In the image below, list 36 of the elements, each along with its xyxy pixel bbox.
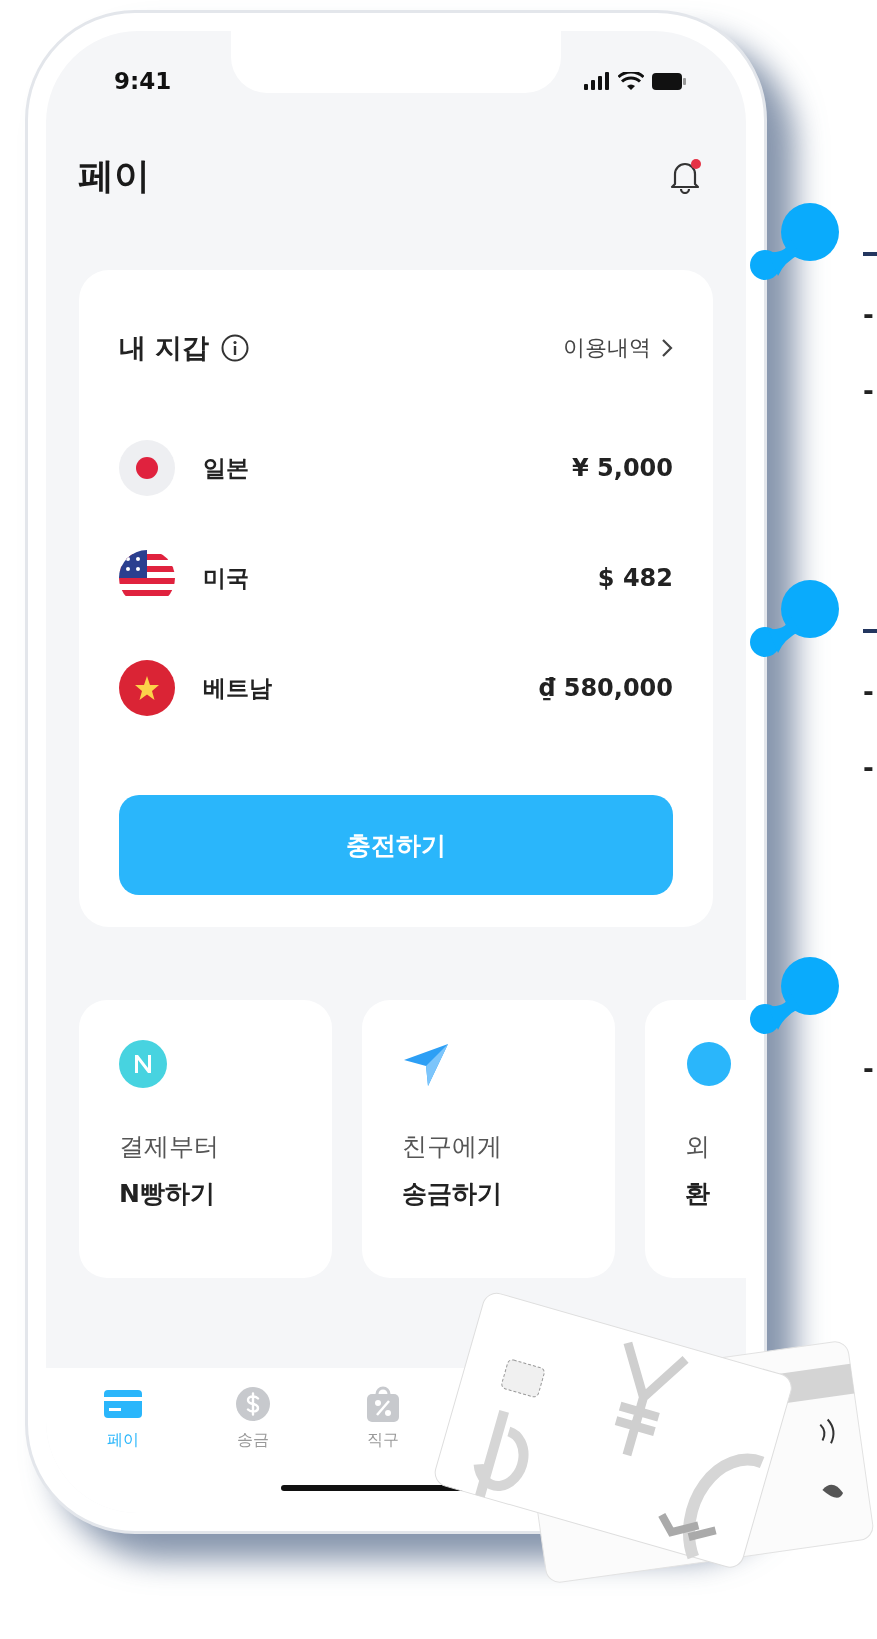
feature-subtitle: 외	[685, 1131, 711, 1163]
circle-icon	[685, 1040, 733, 1088]
bell-icon[interactable]	[668, 158, 702, 194]
bullet-dash: -	[863, 1053, 874, 1086]
feature-subtitle: 친구에게	[402, 1131, 503, 1163]
signal-icon	[584, 72, 610, 90]
shopping-bag-icon	[364, 1386, 402, 1422]
wifi-icon	[618, 71, 644, 91]
page-title: 페이	[78, 153, 150, 198]
country-name: 미국	[203, 563, 250, 593]
flag-icon	[119, 660, 175, 716]
feature-title: N빵하기	[119, 1178, 216, 1210]
feature-card[interactable]: 결제부터 N빵하기	[79, 1000, 332, 1278]
info-icon[interactable]	[221, 334, 250, 362]
feature-title: 송금하기	[402, 1178, 503, 1210]
history-link[interactable]: 이용내역	[563, 333, 673, 363]
bullet-dash: -	[863, 752, 874, 785]
country-name: 베트남	[203, 673, 273, 703]
chevron-right-icon	[661, 338, 673, 358]
wallet-title: 내 지갑	[119, 331, 210, 365]
balance-amount: ¥ 5,000	[572, 454, 673, 482]
status-time: 9:41	[114, 68, 172, 94]
bullet-dash: -	[863, 676, 874, 709]
balance-amount: ₫ 580,000	[538, 674, 673, 702]
feature-title: 환	[685, 1178, 711, 1210]
dollar-icon	[234, 1386, 272, 1422]
battery-icon	[652, 72, 686, 90]
n-badge-icon	[119, 1040, 167, 1088]
flag-icon	[119, 440, 175, 496]
feature-card[interactable]: 친구에게 송금하기	[362, 1000, 615, 1278]
feature-subtitle: 결제부터	[119, 1131, 220, 1163]
balance-amount: $ 482	[597, 564, 673, 592]
feature-card[interactable]: 외 환	[645, 1000, 746, 1278]
country-name: 일본	[203, 453, 250, 483]
bullet-dash: -	[863, 299, 874, 332]
bullet-dash: -	[863, 375, 874, 408]
